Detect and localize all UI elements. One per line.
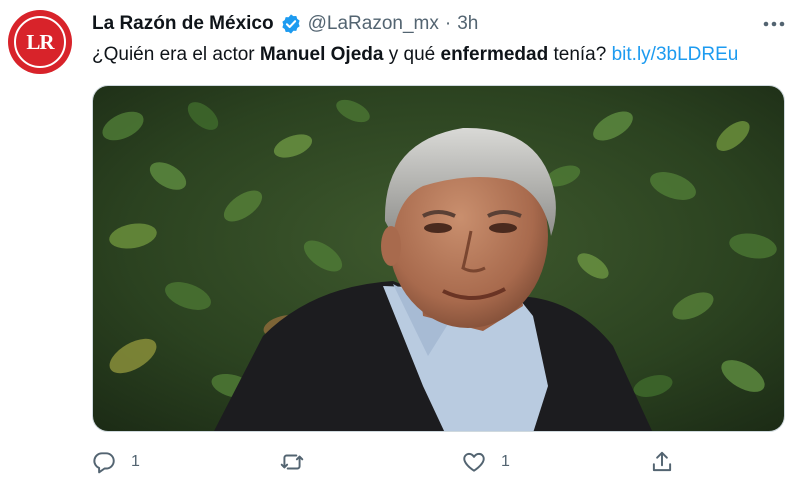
tweet-bold-illness: enfermedad bbox=[440, 44, 549, 65]
tweet-text-part: y qué bbox=[383, 44, 441, 65]
like-icon bbox=[463, 452, 485, 472]
tweet-link[interactable]: bit.ly/3bLDREu bbox=[612, 44, 739, 65]
retweet-icon bbox=[280, 454, 304, 470]
verified-badge-icon bbox=[280, 13, 302, 35]
reply-button[interactable]: 1 bbox=[91, 446, 140, 478]
account-name[interactable]: La Razón de México bbox=[92, 13, 274, 35]
more-icon bbox=[763, 21, 785, 27]
tweet-text-part: tenía? bbox=[548, 44, 612, 65]
more-options-button[interactable] bbox=[758, 12, 790, 36]
tweet-text-part: ¿Quién era el actor bbox=[92, 44, 260, 65]
share-icon bbox=[652, 451, 672, 472]
tweet-header: La Razón de México @LaRazon_mx · 3h bbox=[92, 11, 478, 37]
tweet-actions: 1 1 bbox=[0, 446, 800, 478]
share-button[interactable] bbox=[649, 446, 675, 478]
separator-dot: · bbox=[444, 13, 452, 34]
reply-icon bbox=[93, 452, 115, 474]
avatar-logo-text: LR bbox=[26, 29, 54, 54]
tweet-bold-name: Manuel Ojeda bbox=[259, 44, 384, 65]
tweet-timestamp[interactable]: 3h bbox=[457, 13, 478, 35]
like-count: 1 bbox=[501, 453, 510, 470]
like-button[interactable]: 1 bbox=[461, 446, 510, 478]
tweet-media-photo[interactable] bbox=[92, 85, 785, 432]
avatar-logo: LR bbox=[14, 16, 66, 68]
tweet-text: ¿Quién era el actor Manuel Ojeda y qué e… bbox=[92, 41, 738, 69]
reply-count: 1 bbox=[131, 453, 140, 470]
account-handle[interactable]: @LaRazon_mx bbox=[308, 13, 439, 35]
retweet-button[interactable] bbox=[279, 446, 319, 478]
avatar[interactable]: LR bbox=[8, 10, 72, 74]
